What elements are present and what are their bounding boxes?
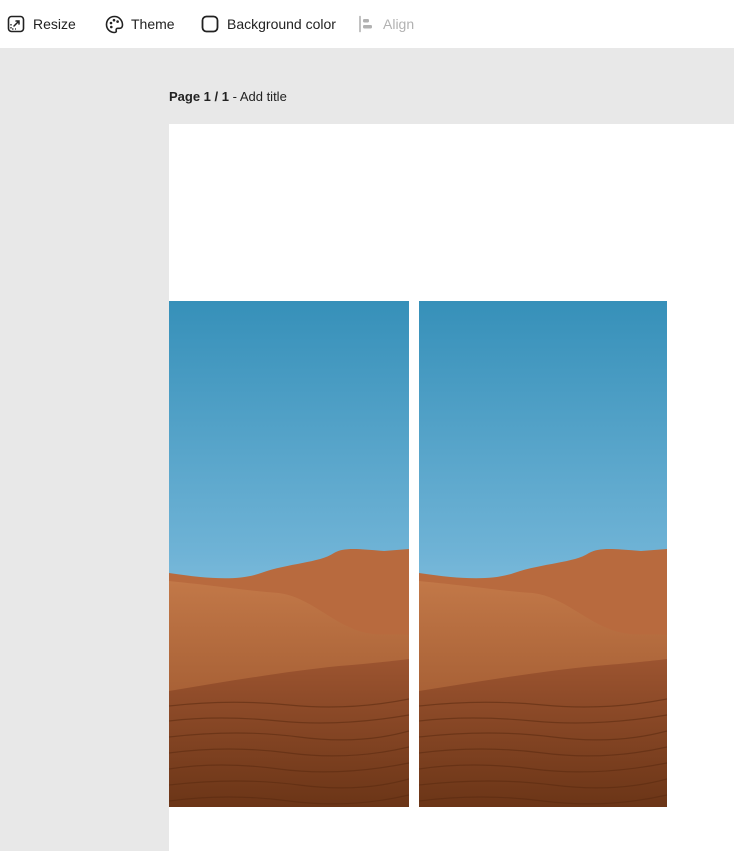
add-title-field[interactable]: Add title	[240, 89, 287, 104]
palette-icon	[104, 14, 124, 34]
top-toolbar: Resize Theme Background color Align	[0, 0, 734, 48]
background-color-label: Background color	[227, 16, 336, 32]
color-swatch-icon	[200, 14, 220, 34]
resize-label: Resize	[33, 16, 76, 32]
align-left-icon	[356, 14, 376, 34]
resize-icon	[6, 14, 26, 34]
page-header: Page 1 / 1 - Add title	[169, 89, 287, 104]
background-color-button[interactable]: Background color	[200, 0, 336, 48]
theme-button[interactable]: Theme	[104, 0, 175, 48]
desert-dunes-art-left	[169, 301, 409, 807]
desert-dunes-image-right[interactable]	[419, 301, 667, 807]
resize-button[interactable]: Resize	[6, 0, 76, 48]
align-label: Align	[383, 16, 415, 32]
page-separator: -	[228, 89, 240, 104]
theme-label: Theme	[131, 16, 175, 32]
page-indicator: Page 1 / 1	[169, 89, 229, 104]
desert-dunes-art-right	[419, 301, 667, 807]
desert-dunes-image-left[interactable]	[169, 301, 409, 807]
design-canvas[interactable]	[169, 124, 734, 851]
align-button[interactable]: Align	[356, 0, 414, 48]
